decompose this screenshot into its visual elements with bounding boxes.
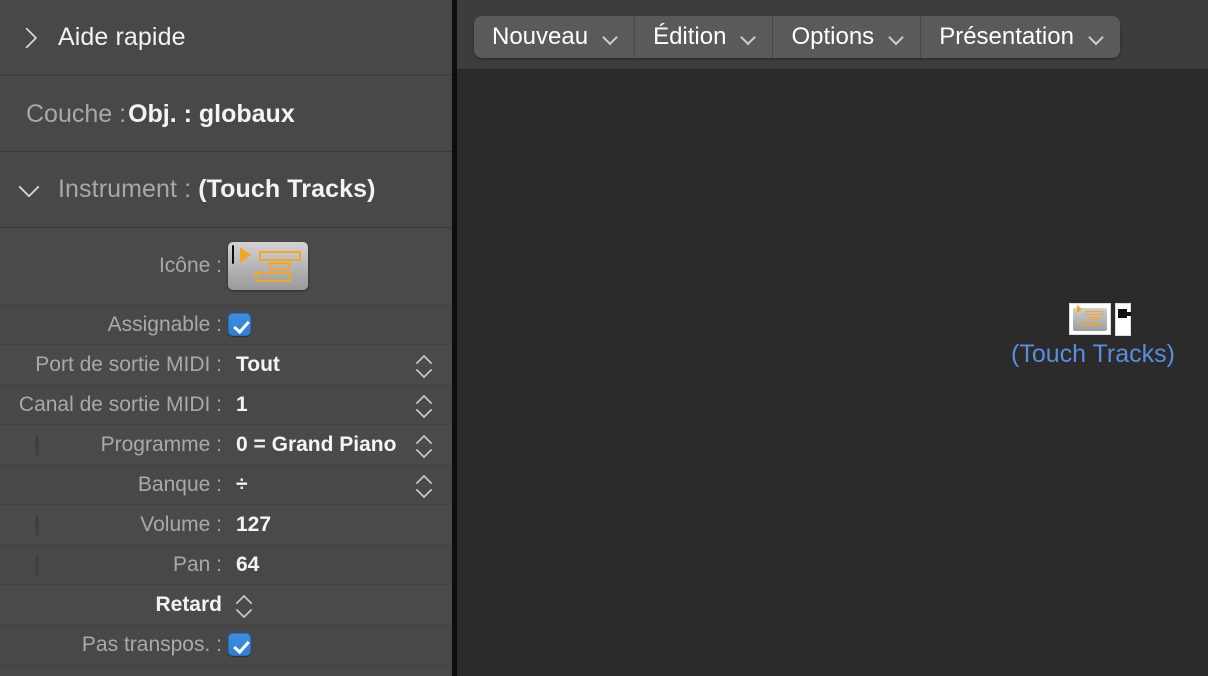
param-row-volume[interactable]: Volume : 127 — [0, 505, 452, 545]
param-label-banque: Banque : — [137, 472, 222, 496]
param-row-banque[interactable]: Banque : ÷ — [0, 465, 452, 505]
param-label-icone: Icône : — [158, 254, 222, 277]
param-row-pan[interactable]: Pan : 64 — [0, 545, 452, 585]
menu-nouveau[interactable]: Nouveau — [474, 16, 636, 58]
midi-port-icon[interactable] — [1115, 303, 1131, 336]
panel-divider[interactable] — [452, 0, 457, 676]
param-row-canal-midi[interactable]: Canal de sortie MIDI : 1 — [0, 385, 452, 425]
environment-object-touch-tracks[interactable]: (Touch Tracks) — [1011, 303, 1175, 369]
chevron-down-icon — [1088, 29, 1104, 45]
param-row-assignable[interactable]: Assignable : — [0, 305, 452, 345]
param-value-canal-midi[interactable]: 1 — [236, 393, 248, 417]
object-label: (Touch Tracks) — [1011, 340, 1175, 368]
param-label-canal-midi: Canal de sortie MIDI : — [18, 392, 222, 416]
section-quick-help[interactable]: Aide rapide — [0, 0, 452, 76]
param-label-retard: Retard — [155, 592, 222, 616]
section-quick-help-label: Aide rapide — [58, 23, 186, 51]
breadcrumb[interactable]: Couche : Obj. : globaux — [0, 76, 452, 152]
param-value-port-midi[interactable]: Tout — [236, 353, 280, 377]
param-label-port-midi: Port de sortie MIDI : — [35, 352, 222, 376]
param-label-pas-transpos: Pas transpos. : — [81, 632, 222, 656]
stepper-programme[interactable] — [414, 430, 434, 460]
section-instrument-label: Instrument : — [58, 175, 192, 203]
menu-options[interactable]: Options — [773, 16, 922, 58]
stepper-canal-midi[interactable] — [414, 390, 434, 420]
chevron-right-icon[interactable] — [14, 23, 44, 53]
object-icon-box[interactable] — [1069, 303, 1111, 335]
menubar-area: Nouveau Édition Options Présentation — [452, 0, 1208, 70]
param-value-banque[interactable]: ÷ — [236, 473, 248, 497]
assignable-checkbox[interactable] — [228, 313, 251, 336]
param-label-programme: Programme : — [100, 432, 222, 456]
stepper-port-midi[interactable] — [414, 350, 434, 380]
parameter-list: Icône : Assignable : Port de sortie MIDI… — [0, 228, 452, 665]
midi-instrument-icon — [1073, 304, 1107, 331]
chevron-down-icon — [602, 29, 618, 45]
param-value-programme[interactable]: 0 = Grand Piano — [236, 433, 396, 457]
param-label-pan: Pan : — [172, 552, 222, 576]
menu-edition[interactable]: Édition — [635, 16, 774, 58]
param-label-assignable: Assignable : — [107, 312, 222, 336]
menu-edition-label: Édition — [653, 23, 727, 50]
chevron-down-icon — [888, 29, 904, 45]
breadcrumb-value: Obj. : globaux — [128, 99, 295, 128]
param-row-port-midi[interactable]: Port de sortie MIDI : Tout — [0, 345, 452, 385]
param-row-pas-transpos[interactable]: Pas transpos. : — [0, 625, 452, 665]
chevron-down-icon[interactable] — [14, 175, 44, 205]
stepper-retard[interactable] — [234, 590, 254, 620]
param-label-volume: Volume : — [140, 512, 222, 536]
environment-canvas[interactable]: Nouveau Édition Options Présentation (To… — [452, 0, 1208, 676]
section-instrument[interactable]: Instrument : (Touch Tracks) — [0, 152, 452, 228]
midi-instrument-icon[interactable] — [228, 242, 308, 290]
app-window: Aide rapide Couche : Obj. : globaux Inst… — [0, 0, 1208, 676]
param-value-volume[interactable]: 127 — [236, 513, 271, 537]
pas-transpos-checkbox[interactable] — [228, 633, 251, 656]
menu-presentation-label: Présentation — [939, 23, 1074, 50]
param-row-icone[interactable]: Icône : — [0, 228, 452, 305]
param-value-pan[interactable]: 64 — [236, 553, 259, 577]
menu-presentation[interactable]: Présentation — [921, 16, 1120, 58]
menu-options-label: Options — [791, 23, 875, 50]
menu-nouveau-label: Nouveau — [492, 23, 589, 50]
breadcrumb-label: Couche : — [26, 99, 127, 128]
chevron-down-icon — [740, 29, 756, 45]
stepper-banque[interactable] — [414, 470, 434, 500]
inspector-sidebar: Aide rapide Couche : Obj. : globaux Inst… — [0, 0, 452, 676]
menubar: Nouveau Édition Options Présentation — [474, 16, 1120, 58]
section-instrument-value: (Touch Tracks) — [198, 175, 376, 203]
param-row-retard[interactable]: Retard — [0, 585, 452, 625]
param-row-programme[interactable]: Programme : 0 = Grand Piano — [0, 425, 452, 465]
